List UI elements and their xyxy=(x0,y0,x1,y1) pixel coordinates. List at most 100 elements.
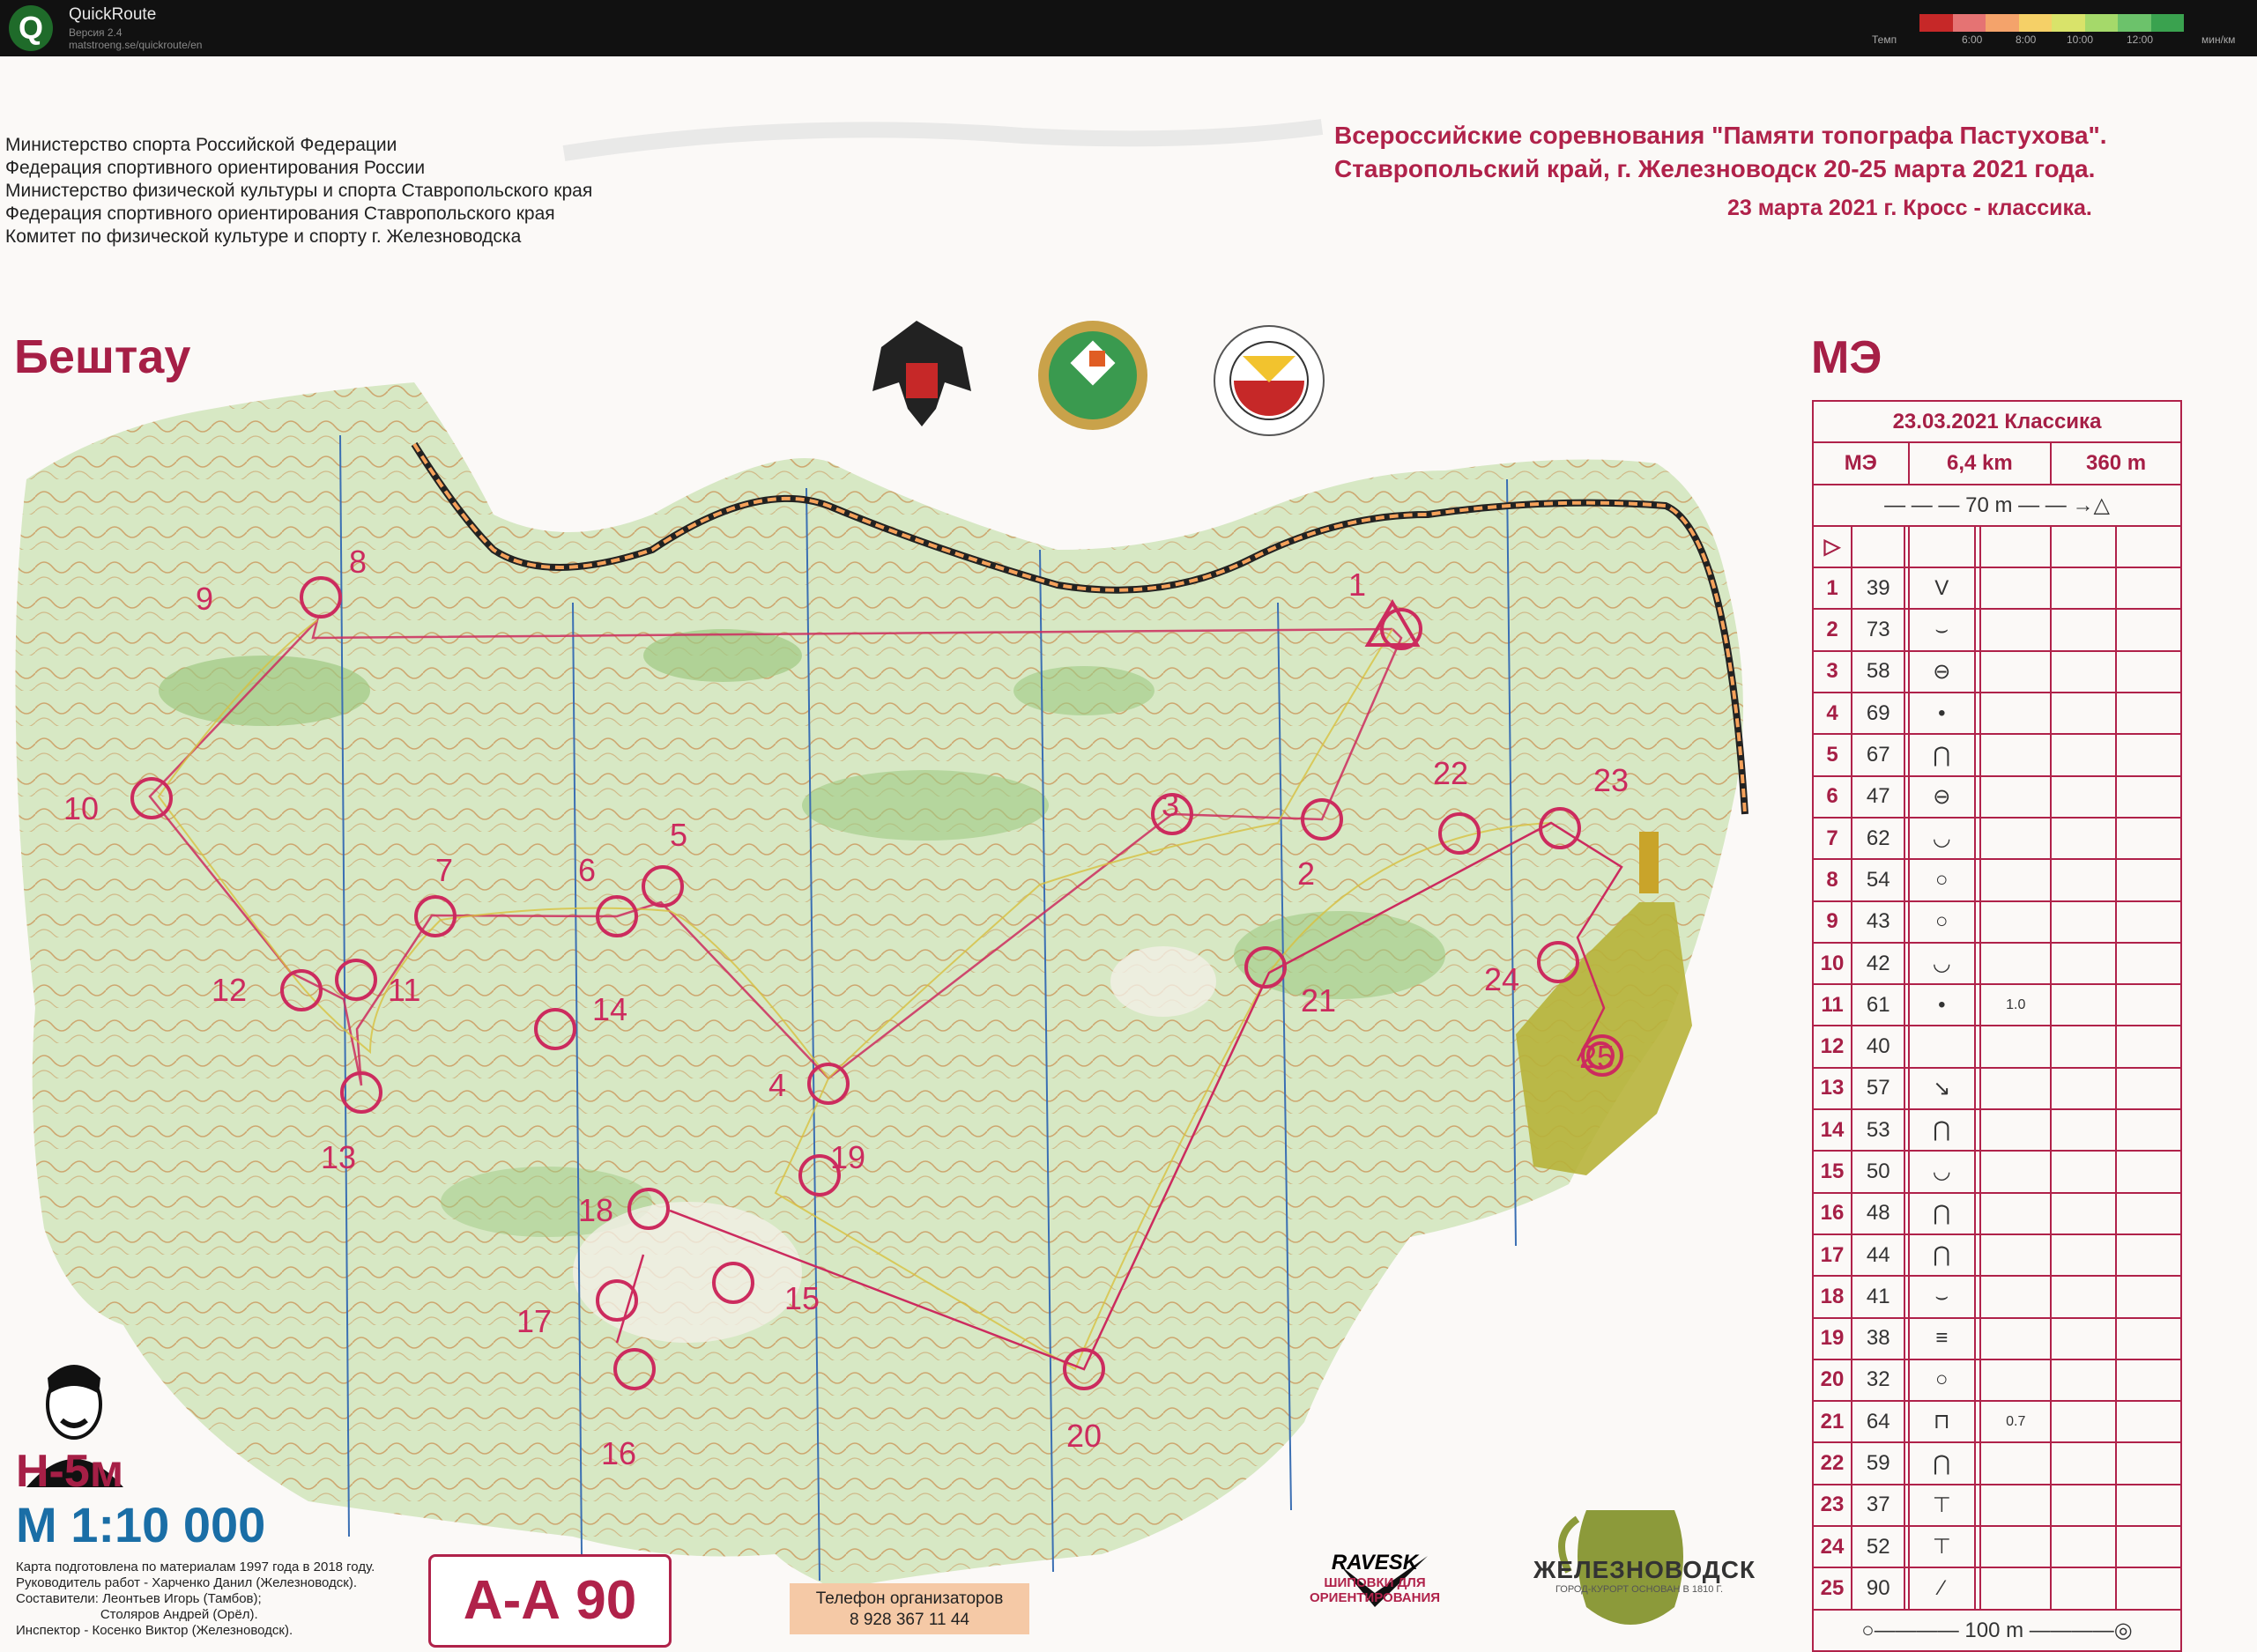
control-number: 2 xyxy=(1297,856,1315,892)
app-titlebar: Q QuickRoute Версия 2.4 matstroeng.se/qu… xyxy=(0,0,2257,56)
organizer-line: Министерство физической культуры и спорт… xyxy=(5,181,593,201)
control-row: 10 42 ◡ xyxy=(1812,941,2183,986)
event-date: 23 марта 2021 г. Кросс - классика. xyxy=(1727,196,2092,220)
control-symbol-cell xyxy=(2050,1525,2117,1569)
control-number: 22 xyxy=(1812,1441,1852,1485)
federation-stavropol-logo-icon xyxy=(1214,325,1325,436)
control-symbol-cell xyxy=(2050,858,2117,902)
control-symbol-cell xyxy=(1979,1066,2053,1111)
cd-finish-distance: 100 m xyxy=(1964,1618,2024,1642)
control-symbol-cell xyxy=(1979,1483,2053,1528)
control-symbol-cell xyxy=(2114,941,2183,986)
control-number: 21 xyxy=(1812,1400,1852,1444)
control-symbol-cell xyxy=(2050,983,2117,1027)
control-symbol-cell xyxy=(1979,1567,2053,1611)
control-code: 40 xyxy=(1850,1025,1906,1069)
control-code: 41 xyxy=(1850,1275,1906,1319)
app-name: QuickRoute xyxy=(69,5,157,24)
pace-unit: мин/км xyxy=(2201,33,2236,46)
control-symbol-cell xyxy=(2114,692,2183,736)
control-symbol-cell: ⊤ xyxy=(1907,1525,1976,1569)
control-row: 22 59 ⋂ xyxy=(1812,1441,2183,1485)
control-symbol-cell xyxy=(2050,567,2117,611)
control-symbol-cell xyxy=(2114,1108,2183,1152)
control-symbol-cell xyxy=(1979,1233,2053,1278)
control-row: 25 90 ⁄ xyxy=(1812,1567,2183,1611)
control-symbol-cell xyxy=(2114,1567,2183,1611)
event-title: Всероссийские соревнования "Памяти топог… xyxy=(1334,122,2107,149)
control-row: 23 37 ⊤ xyxy=(1812,1483,2183,1528)
control-row: 14 53 ⋂ xyxy=(1812,1108,2183,1152)
control-number: 17 xyxy=(1812,1233,1852,1278)
control-symbol-cell: ⋂ xyxy=(1907,1233,1976,1278)
control-code: 67 xyxy=(1850,733,1906,777)
phone-label: Телефон организаторов xyxy=(815,1589,1004,1608)
control-row: 1 39 V xyxy=(1812,567,2183,611)
control-symbol-cell xyxy=(1979,858,2053,902)
control-code: 32 xyxy=(1850,1358,1906,1403)
control-symbol-cell xyxy=(1979,1191,2053,1235)
control-number: 14 xyxy=(1812,1108,1852,1152)
control-symbol-cell xyxy=(1979,900,2053,944)
control-number: 7 xyxy=(435,852,453,888)
cd-finish: ○———— 100 m ————◎ xyxy=(1812,1608,2182,1652)
control-symbol-cell xyxy=(2050,1150,2117,1194)
control-symbol-cell: ⊖ xyxy=(1907,649,1976,694)
control-symbol-cell xyxy=(2050,774,2117,819)
credit-line: Столяров Андрей (Орёл). xyxy=(16,1607,258,1622)
control-number: 7 xyxy=(1812,816,1852,861)
control-number: 20 xyxy=(1812,1358,1852,1403)
control-row: 3 58 ⊖ xyxy=(1812,649,2183,694)
control-symbol-cell xyxy=(2114,608,2183,652)
control-number: 19 xyxy=(1812,1316,1852,1360)
control-symbol-cell: 1.0 xyxy=(1979,983,2053,1027)
control-symbol-cell xyxy=(2050,1108,2117,1152)
control-symbol-cell xyxy=(2114,900,2183,944)
cd-climb: 360 m xyxy=(2050,441,2182,485)
control-code: 54 xyxy=(1850,858,1906,902)
control-symbol-cell xyxy=(2114,649,2183,694)
control-code: 58 xyxy=(1850,649,1906,694)
control-code: 37 xyxy=(1850,1483,1906,1528)
control-symbol-cell xyxy=(2050,1400,2117,1444)
control-row: 16 48 ⋂ xyxy=(1812,1191,2183,1235)
control-code: 48 xyxy=(1850,1191,1906,1235)
control-symbol-cell xyxy=(2050,733,2117,777)
control-symbol-cell xyxy=(1979,608,2053,652)
control-row: 2 73 ⌣ xyxy=(1812,608,2183,652)
control-number: 17 xyxy=(516,1303,552,1339)
control-code: 69 xyxy=(1850,692,1906,736)
control-code: 61 xyxy=(1850,983,1906,1027)
app-url[interactable]: matstroeng.se/quickroute/en xyxy=(69,39,202,51)
control-symbol-cell xyxy=(2050,900,2117,944)
credit-line: Руководитель работ - Харченко Данил (Жел… xyxy=(16,1575,357,1590)
control-symbol-cell xyxy=(2050,1483,2117,1528)
control-symbol-cell: ⋂ xyxy=(1907,733,1976,777)
pace-tick: 6:00 xyxy=(1962,33,1983,46)
map-scale: М 1:10 000 xyxy=(16,1497,266,1552)
control-number: 13 xyxy=(321,1139,356,1175)
control-code: 43 xyxy=(1850,900,1906,944)
map-sheet[interactable]: 1 2 3 4 5 6 7 8 9 10 11 12 13 14 15 16 1… xyxy=(0,56,2257,1652)
ravesk-sub: ОРИЕНТИРОВАНИЯ xyxy=(1309,1590,1441,1605)
cd-date-type: 23.03.2021 Классика xyxy=(1812,399,2182,444)
control-row: 12 40 xyxy=(1812,1025,2183,1069)
control-number: 25 xyxy=(1812,1567,1852,1611)
organizer-list: Министерство спорта Российской Федерации… xyxy=(5,134,592,248)
control-symbol-cell xyxy=(2114,858,2183,902)
control-symbol-cell xyxy=(2050,1275,2117,1319)
control-code: 59 xyxy=(1850,1441,1906,1485)
control-row: 9 43 ○ xyxy=(1812,900,2183,944)
control-row: 21 64 ⊓ 0.7 xyxy=(1812,1400,2183,1444)
control-symbol-cell: ⋂ xyxy=(1907,1441,1976,1485)
control-symbol-cell xyxy=(1979,1525,2053,1569)
control-number: 23 xyxy=(1593,762,1629,798)
control-symbol-cell xyxy=(1979,733,2053,777)
control-number: 21 xyxy=(1301,982,1336,1019)
control-number: 10 xyxy=(1812,941,1852,986)
control-number: 4 xyxy=(768,1067,786,1103)
zheleznovodsk-name: ЖЕЛЕЗНОВОДСК xyxy=(1533,1556,1756,1583)
control-symbol-cell: ≡ xyxy=(1907,1316,1976,1360)
pace-tick: 8:00 xyxy=(2016,33,2037,46)
control-symbol-cell: • xyxy=(1907,983,1976,1027)
